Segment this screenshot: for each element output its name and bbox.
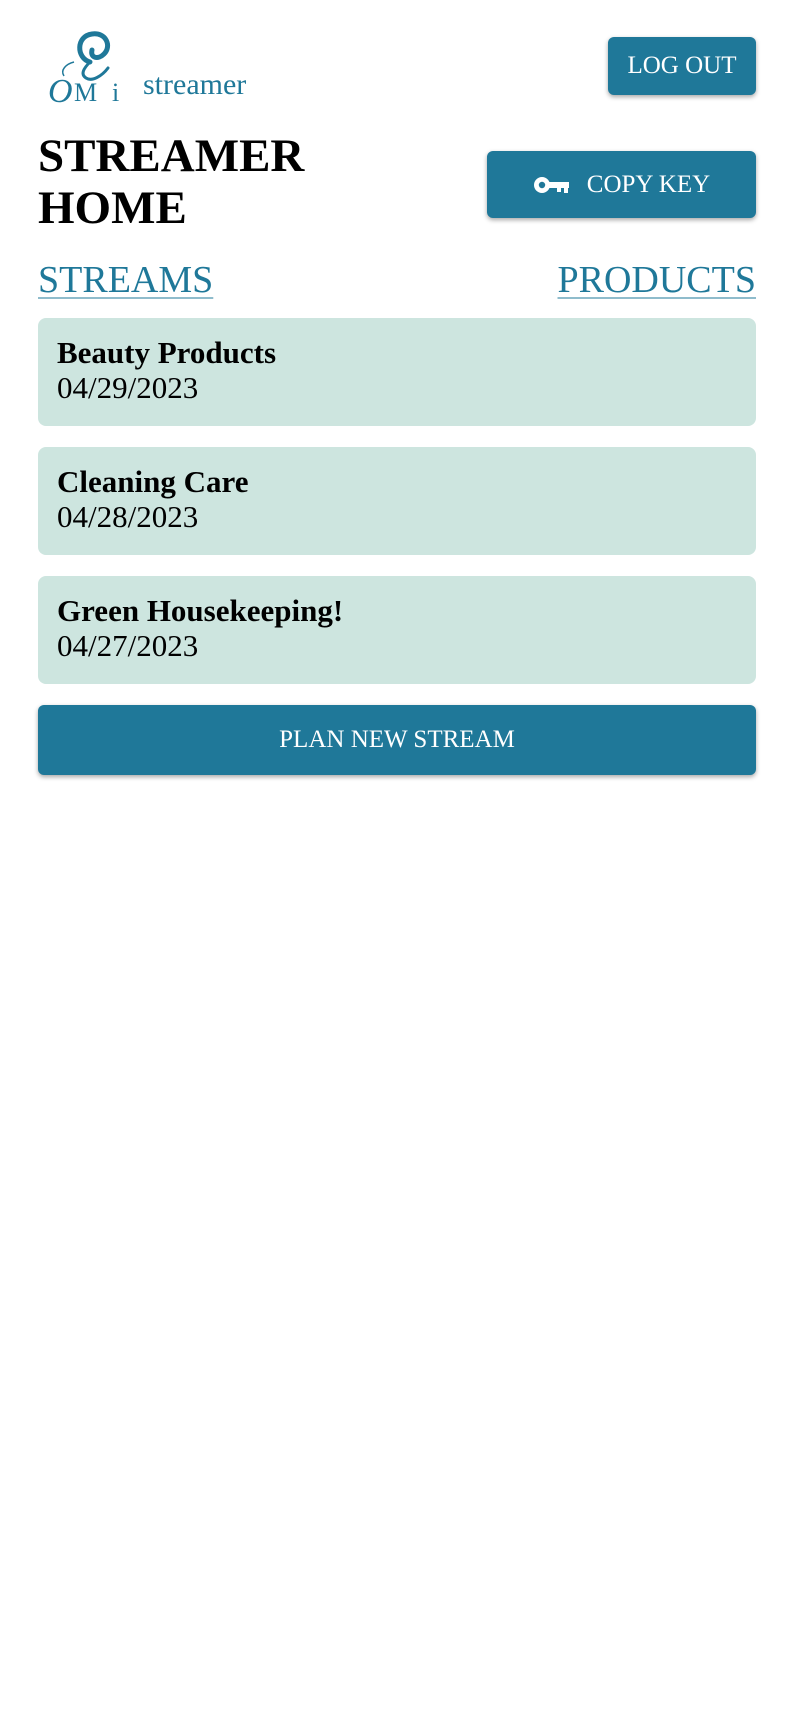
copy-key-button[interactable]: COPY KEY: [487, 151, 756, 218]
stream-card[interactable]: Green Housekeeping! 04/27/2023: [38, 576, 756, 684]
stream-card[interactable]: Beauty Products 04/29/2023: [38, 318, 756, 426]
top-bar: O M i streamer LOG OUT: [38, 0, 756, 118]
stream-card[interactable]: Cleaning Care 04/28/2023: [38, 447, 756, 555]
svg-text:i: i: [112, 78, 119, 106]
products-link[interactable]: PRODUCTS: [558, 258, 757, 302]
page-title-line1: STREAMER: [38, 130, 305, 182]
omi-logo-icon: O M i: [48, 31, 119, 106]
streams-link[interactable]: STREAMS: [38, 258, 213, 302]
stream-date: 04/27/2023: [57, 628, 199, 663]
svg-text:M: M: [74, 78, 97, 106]
section-nav: STREAMS PRODUCTS: [38, 248, 756, 318]
page-title: STREAMER HOME: [38, 130, 358, 234]
stream-name: Green Housekeeping!: [57, 593, 344, 628]
stream-list: Beauty Products 04/29/2023 Cleaning Care…: [38, 318, 756, 684]
stream-date: 04/28/2023: [57, 499, 199, 534]
stream-date: 04/29/2023: [57, 370, 199, 405]
streamer-home-page: O M i streamer LOG OUT STREAMER HOME COP…: [0, 0, 794, 1720]
page-title-line2: HOME: [38, 182, 187, 234]
plan-new-stream-button[interactable]: PLAN NEW STREAM: [38, 705, 756, 775]
svg-text:O: O: [48, 73, 73, 106]
logout-button[interactable]: LOG OUT: [608, 37, 756, 95]
brand-name: streamer: [143, 68, 247, 101]
title-row: STREAMER HOME COPY KEY: [38, 118, 756, 248]
copy-key-label: COPY KEY: [586, 170, 711, 198]
stream-name: Beauty Products: [57, 335, 277, 370]
stream-name: Cleaning Care: [57, 464, 249, 499]
key-icon: [533, 176, 569, 193]
